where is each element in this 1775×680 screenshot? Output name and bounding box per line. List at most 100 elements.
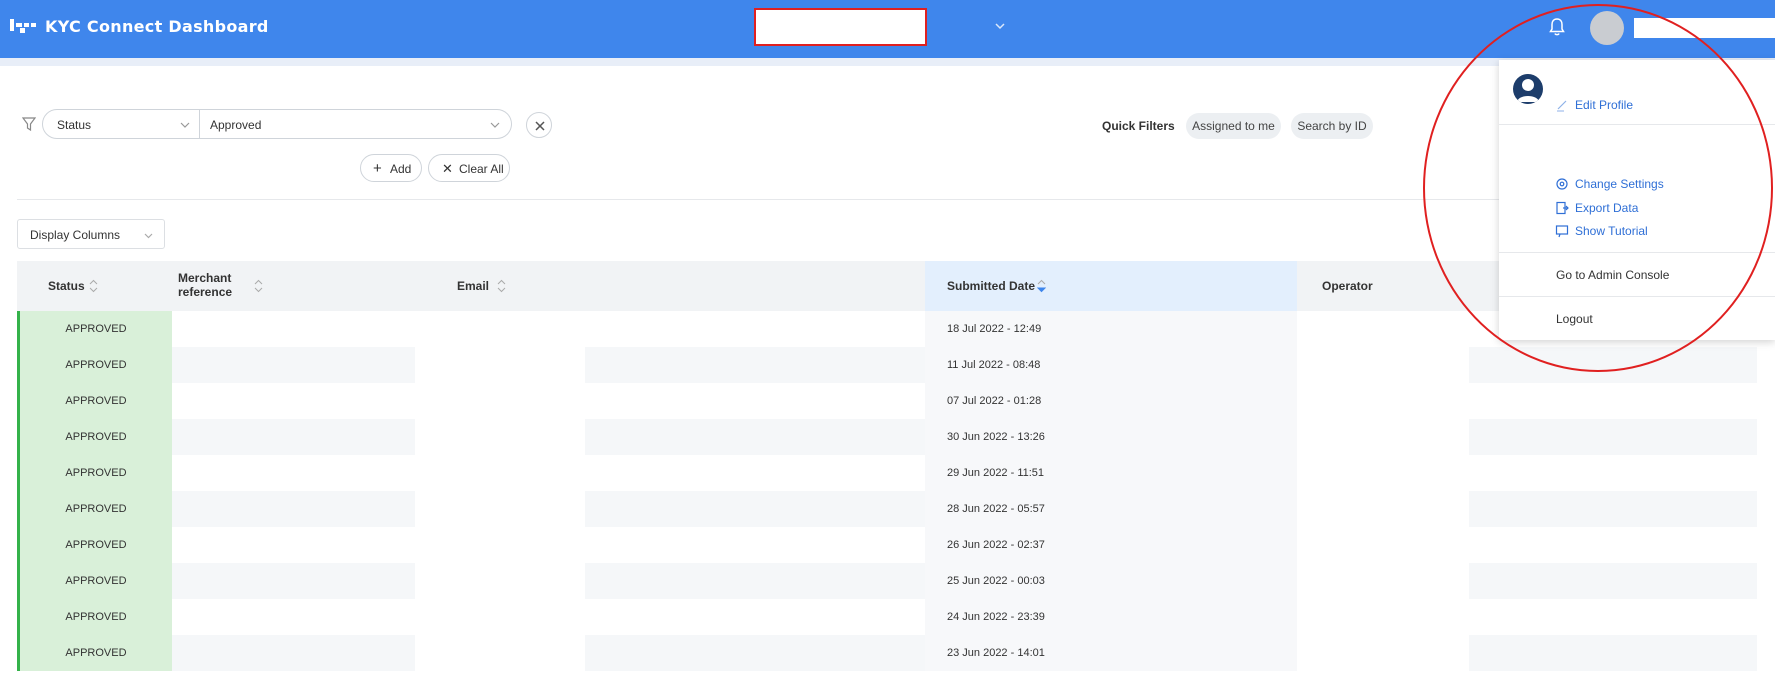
logout-link[interactable]: Logout (1556, 312, 1593, 326)
table-row[interactable]: APPROVED 11 Jul 2022 - 08:48 (17, 347, 1757, 383)
column-header-submitted-date[interactable]: Submitted Date (925, 261, 1297, 311)
sort-descending-icon[interactable] (1037, 279, 1046, 293)
table-row[interactable]: APPROVED 24 Jun 2022 - 23:39 (17, 599, 1757, 635)
filter-field-select[interactable]: Status (42, 109, 200, 139)
column-header-email[interactable]: Email (432, 261, 942, 311)
quick-filters-label: Quick Filters (1102, 119, 1175, 133)
redacted-cell (415, 491, 585, 527)
redacted-cell (1297, 563, 1469, 599)
status-badge: APPROVED (17, 311, 172, 347)
redacted-cell (1297, 635, 1469, 671)
column-label: Merchant reference (178, 271, 232, 299)
edit-profile-label: Edit Profile (1575, 98, 1634, 112)
profile-dropdown-menu: Edit Profile Change Settings Export Data… (1499, 60, 1775, 340)
close-icon (535, 121, 545, 131)
submitted-date-cell: 11 Jul 2022 - 08:48 (925, 347, 1297, 383)
sort-icon[interactable] (89, 279, 98, 293)
column-header-merchant-reference[interactable]: Merchant reference (172, 261, 432, 311)
redacted-cell (1297, 491, 1469, 527)
quick-filter-assigned-to-me[interactable]: Assigned to me (1186, 113, 1281, 139)
divider (1499, 124, 1775, 125)
display-columns-dropdown[interactable]: Display Columns (17, 219, 165, 249)
table-row[interactable]: APPROVED 29 Jun 2022 - 11:51 (17, 455, 1757, 491)
status-badge: APPROVED (17, 599, 172, 635)
app-title[interactable]: KYC Connect Dashboard (45, 17, 269, 36)
column-label: Submitted Date (947, 279, 1036, 293)
table-header: Status Merchant reference Email Submitte… (17, 261, 1757, 311)
filter-icon (22, 117, 36, 132)
submitted-date: 28 Jun 2022 - 05:57 (947, 503, 1045, 515)
redacted-cell (415, 347, 585, 383)
status-badge: APPROVED (17, 347, 172, 383)
column-label: Operator (1322, 279, 1373, 293)
logo-icon (10, 19, 36, 33)
submitted-date-cell: 07 Jul 2022 - 01:28 (925, 383, 1297, 419)
clear-all-button[interactable]: ✕ Clear All (428, 154, 510, 182)
table-row[interactable]: APPROVED 18 Jul 2022 - 12:49 (17, 311, 1757, 347)
close-icon: ✕ (442, 161, 453, 176)
submitted-date-cell: 28 Jun 2022 - 05:57 (925, 491, 1297, 527)
filter-value-label: Approved (210, 118, 262, 132)
user-icon (1517, 79, 1539, 102)
chevron-down-icon (144, 233, 153, 239)
column-label-line: reference (178, 285, 233, 299)
table-row[interactable]: APPROVED 23 Jun 2022 - 14:01 (17, 635, 1757, 671)
chevron-down-icon (180, 122, 190, 128)
submitted-date: 07 Jul 2022 - 01:28 (947, 395, 1042, 407)
admin-console-link[interactable]: Go to Admin Console (1556, 268, 1669, 282)
column-label-line: Merchant (178, 271, 232, 285)
pencil-icon (1557, 100, 1567, 112)
table-row[interactable]: APPROVED 26 Jun 2022 - 02:37 (17, 527, 1757, 563)
submitted-date: 23 Jun 2022 - 14:01 (947, 647, 1045, 659)
chevron-down-icon[interactable] (992, 18, 1008, 34)
status-badge: APPROVED (17, 383, 172, 419)
quick-filter-search-by-id[interactable]: Search by ID (1291, 113, 1373, 139)
column-header-operator[interactable]: Operator (1297, 261, 1477, 311)
status-badge: APPROVED (17, 635, 172, 671)
submitted-date: 24 Jun 2022 - 23:39 (947, 611, 1045, 623)
submitted-date-cell: 23 Jun 2022 - 14:01 (925, 635, 1297, 671)
column-label: Email (457, 279, 490, 293)
bell-icon[interactable] (1548, 17, 1566, 37)
table-row[interactable]: APPROVED 25 Jun 2022 - 00:03 (17, 563, 1757, 599)
table-row[interactable]: APPROVED 28 Jun 2022 - 05:57 (17, 491, 1757, 527)
submitted-date-cell: 24 Jun 2022 - 23:39 (925, 599, 1297, 635)
divider (17, 199, 1757, 200)
add-filter-label: Add (390, 162, 412, 176)
table-row[interactable]: APPROVED 07 Jul 2022 - 01:28 (17, 383, 1757, 419)
user-avatar[interactable] (1590, 11, 1624, 45)
submitted-date-cell: 29 Jun 2022 - 11:51 (925, 455, 1297, 491)
table-row[interactable]: APPROVED 30 Jun 2022 - 13:26 (17, 419, 1757, 455)
remove-filter-button[interactable] (526, 112, 552, 138)
user-name[interactable] (1634, 18, 1775, 38)
add-filter-button[interactable]: + Add (360, 154, 422, 182)
filter-value-select[interactable]: Approved (200, 109, 512, 139)
column-label: Status (48, 279, 85, 293)
export-icon (1556, 201, 1569, 215)
plus-icon: + (373, 160, 382, 177)
avatar (1513, 74, 1543, 104)
change-settings-label: Change Settings (1575, 177, 1664, 191)
submitted-date: 29 Jun 2022 - 11:51 (947, 467, 1045, 479)
show-tutorial-label: Show Tutorial (1575, 224, 1648, 238)
gear-icon (1556, 178, 1568, 190)
status-badge: APPROVED (17, 563, 172, 599)
column-header-status[interactable]: Status (17, 261, 172, 311)
submitted-date: 26 Jun 2022 - 02:37 (947, 539, 1045, 551)
workspace-selector[interactable] (754, 8, 927, 46)
status-badge: APPROVED (17, 491, 172, 527)
clear-all-label: Clear All (459, 162, 504, 176)
export-data-label: Export Data (1575, 201, 1639, 215)
filter-field-label: Status (57, 118, 92, 132)
submitted-date-cell: 26 Jun 2022 - 02:37 (925, 527, 1297, 563)
sort-icon[interactable] (254, 279, 263, 293)
divider (1499, 296, 1775, 297)
sort-icon[interactable] (497, 279, 506, 293)
top-navigation-bar: KYC Connect Dashboard (0, 0, 1775, 58)
status-badge: APPROVED (17, 527, 172, 563)
redacted-cell (415, 635, 585, 671)
submitted-date: 25 Jun 2022 - 00:03 (947, 575, 1045, 587)
redacted-cell (1297, 347, 1469, 383)
submitted-date: 11 Jul 2022 - 08:48 (947, 359, 1041, 371)
submitted-date: 18 Jul 2022 - 12:49 (947, 323, 1042, 335)
